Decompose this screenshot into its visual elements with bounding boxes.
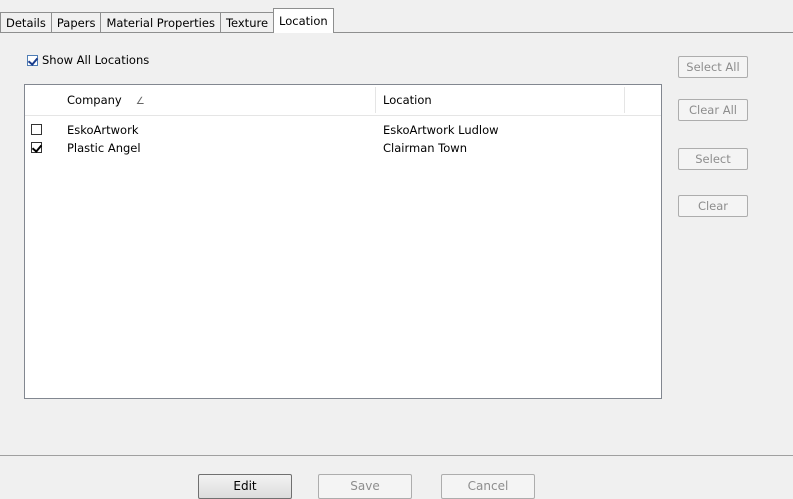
- select-all-button[interactable]: Select All: [678, 56, 748, 78]
- save-button[interactable]: Save: [318, 474, 412, 499]
- location-cell: EskoArtwork Ludlow: [383, 123, 499, 137]
- row-checkbox-checked-icon[interactable]: [31, 142, 42, 153]
- edit-button[interactable]: Edit: [198, 474, 292, 499]
- column-header-company[interactable]: Company ∠: [67, 85, 145, 115]
- sort-ascending-icon: ∠: [135, 96, 145, 107]
- tab-bar: Details Papers Material Properties Textu…: [0, 8, 334, 33]
- locations-list[interactable]: Company ∠ Location EskoArtwork EskoArtwor…: [24, 84, 662, 399]
- location-cell: Clairman Town: [383, 141, 467, 155]
- tab-material-properties[interactable]: Material Properties: [100, 12, 220, 32]
- show-all-locations-label: Show All Locations: [42, 53, 150, 67]
- row-checkbox-icon[interactable]: [31, 124, 42, 135]
- list-header: Company ∠ Location: [25, 85, 661, 116]
- company-cell: Plastic Angel: [67, 141, 141, 155]
- column-header-location[interactable]: Location: [383, 85, 432, 115]
- clear-all-button[interactable]: Clear All: [678, 99, 748, 121]
- clear-button[interactable]: Clear: [678, 195, 748, 217]
- show-all-locations-checkbox[interactable]: Show All Locations: [27, 53, 149, 67]
- tab-location[interactable]: Location: [273, 8, 334, 33]
- column-header-company-label: Company: [67, 93, 122, 107]
- tab-details[interactable]: Details: [0, 12, 51, 32]
- column-divider[interactable]: [375, 87, 376, 113]
- cancel-button[interactable]: Cancel: [441, 474, 535, 499]
- column-divider[interactable]: [624, 87, 625, 113]
- tab-papers[interactable]: Papers: [50, 12, 101, 32]
- checkbox-checked-icon[interactable]: [27, 54, 38, 66]
- company-cell: EskoArtwork: [67, 123, 139, 137]
- table-row[interactable]: Plastic Angel Clairman Town: [25, 139, 661, 157]
- table-row[interactable]: EskoArtwork EskoArtwork Ludlow: [25, 121, 661, 139]
- select-button[interactable]: Select: [678, 148, 748, 170]
- tab-texture[interactable]: Texture: [219, 12, 274, 32]
